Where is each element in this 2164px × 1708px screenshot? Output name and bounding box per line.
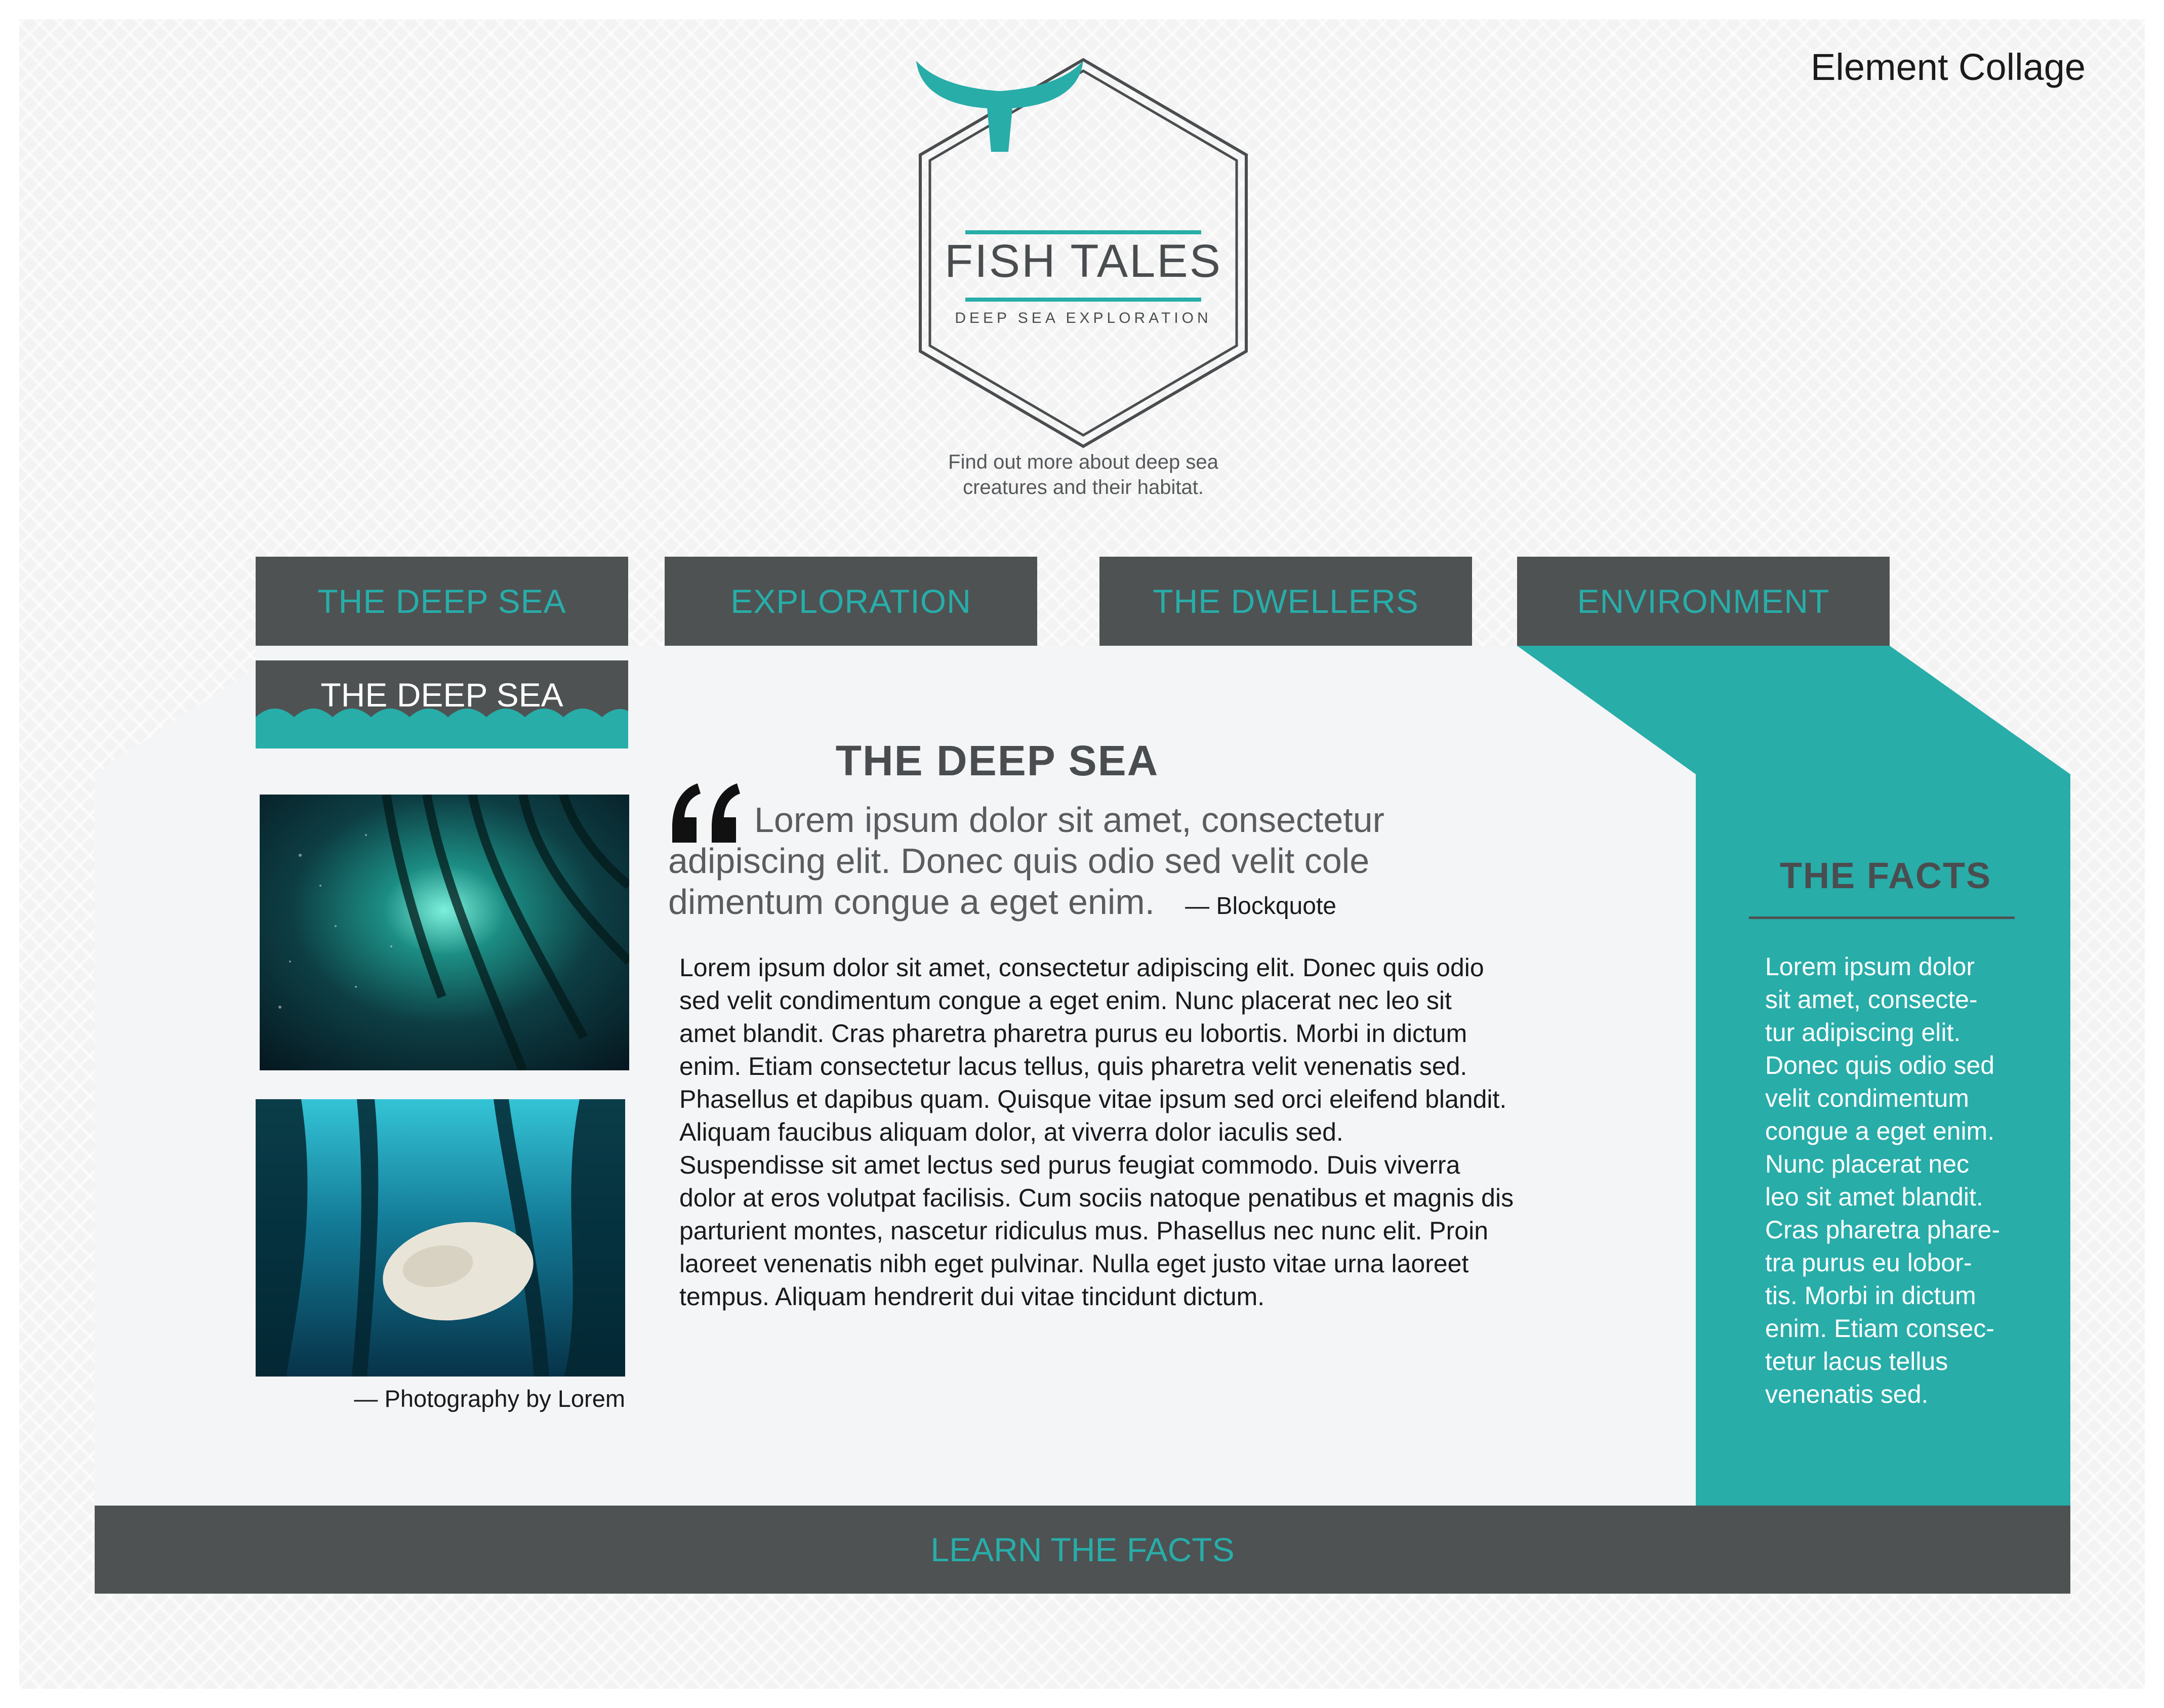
active-tab-label: THE DEEP SEA — [320, 676, 563, 714]
facts-title: THE FACTS — [1779, 856, 1991, 896]
learn-the-facts-button[interactable]: LEARN THE FACTS — [95, 1506, 2070, 1594]
sunfish-photo — [256, 1099, 625, 1377]
blockquote-source: — Blockquote — [1185, 893, 1336, 920]
photo-credit: — Photography by Lorem — [354, 1385, 625, 1412]
article-body: Lorem ipsum dolor sit amet, consectetur … — [679, 951, 1515, 1313]
body-paragraph: Lorem ipsum dolor sit amet, consectetur … — [679, 953, 1507, 1146]
section-title: THE DEEP SEA — [835, 737, 1159, 784]
kelp-forest-photo — [260, 795, 629, 1070]
body-paragraph: Suspendisse sit amet lectus sed purus fe… — [679, 1151, 1514, 1311]
active-section-tab[interactable]: THE DEEP SEA — [256, 660, 628, 748]
blockquote: Lorem ipsum dolor sit amet, consectetur … — [668, 800, 1488, 927]
facts-text: Lorem ipsum dolor sit amet, consecte- tu… — [1765, 952, 2000, 1408]
facts-divider — [1749, 917, 2015, 919]
